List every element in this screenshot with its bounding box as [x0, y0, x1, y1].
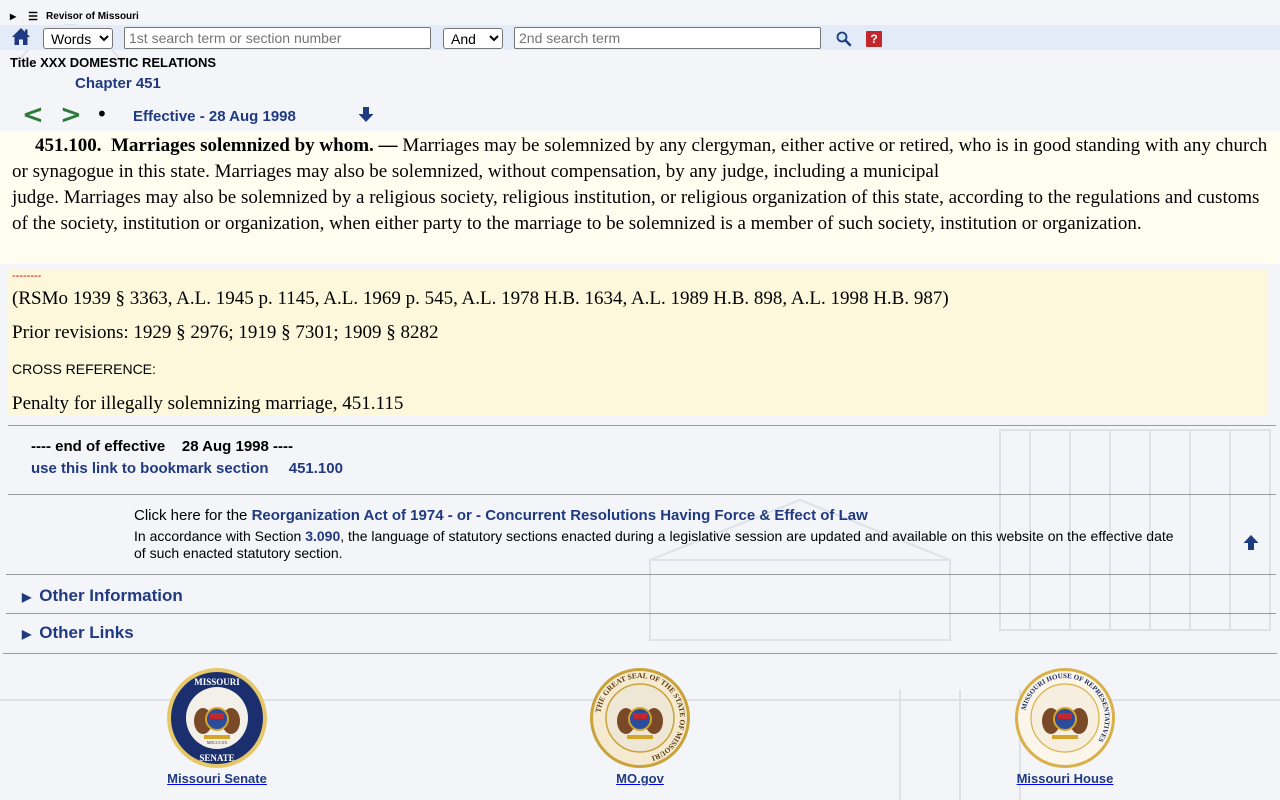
end-suffix: ----: [273, 438, 294, 455]
bookmark-section-number: 451.100: [288, 460, 343, 477]
other-information-toggle[interactable]: ▶ Other Information: [22, 586, 183, 606]
house-seal-icon: MISSOURI HOUSE OF REPRESENTATIVES: [1015, 668, 1115, 768]
home-icon[interactable]: [11, 27, 31, 46]
expand-triangle-icon[interactable]: ▶: [10, 12, 16, 21]
bookmark-section-link[interactable]: use this link to bookmark section 451.10…: [31, 460, 343, 477]
other-links-toggle[interactable]: ▶ Other Links: [22, 623, 134, 643]
end-prefix: ---- end of effective: [31, 438, 166, 455]
bookmark-text: use this link to bookmark section: [31, 460, 269, 477]
cross-reference-label: CROSS REFERENCE:: [12, 361, 156, 377]
site-name: Revisor of Missouri: [46, 10, 139, 22]
section-body: 451.100. Marriages solemnized by whom. —…: [12, 133, 1268, 237]
other-information-label: Other Information: [39, 586, 183, 605]
prior-revisions: Prior revisions: 1929 § 2976; 1919 § 730…: [12, 322, 439, 343]
other-links-label: Other Links: [39, 623, 134, 642]
senate-seal-top-text: MISSOURI: [194, 677, 240, 687]
senate-seal-year: MDCCCXX: [207, 740, 227, 745]
click-prefix: Click here for the: [134, 507, 248, 524]
history-citation: (RSMo 1939 § 3363, A.L. 1945 p. 1145, A.…: [12, 288, 949, 309]
divider: [8, 494, 1276, 495]
missouri-senate-link[interactable]: MISSOURI SENATE MDCCCXX Missouri Senate: [137, 667, 297, 786]
mo-gov-label: MO.gov: [616, 771, 664, 786]
mo-gov-link[interactable]: THE GREAT SEAL OF THE STATE OF MISSOURI …: [560, 667, 720, 786]
first-search-term-input[interactable]: [124, 27, 431, 49]
end-of-effective: ---- end of effective 28 Aug 1998 ----: [31, 438, 293, 455]
senate-seal-icon: MISSOURI SENATE MDCCCXX: [167, 668, 267, 768]
end-date: 28 Aug 1998: [181, 438, 269, 455]
search-operator-select[interactable]: And: [443, 28, 503, 49]
missouri-senate-label: Missouri Senate: [167, 771, 267, 786]
previous-section-button[interactable]: <: [22, 100, 44, 130]
divider: [6, 574, 1276, 575]
menu-icon[interactable]: ☰: [28, 10, 38, 23]
title-heading: Title XXX DOMESTIC RELATIONS: [10, 55, 217, 70]
effective-date-link[interactable]: Effective - 28 Aug 1998: [133, 108, 296, 125]
search-mode-select[interactable]: Words: [43, 28, 113, 49]
divider: [6, 613, 1276, 614]
second-search-term-input[interactable]: [514, 27, 821, 49]
section-number: 451.100.: [35, 135, 102, 156]
search-icon[interactable]: [835, 30, 852, 47]
expand-triangle-icon: ▶: [22, 590, 32, 604]
site-header: ▶ ☰ Revisor of Missouri: [10, 9, 139, 23]
section-heading: Marriages solemnized by whom. —: [111, 135, 398, 156]
next-section-button[interactable]: >: [60, 100, 82, 130]
accordance-prefix: In accordance with Section: [134, 528, 302, 544]
arrow-up-icon[interactable]: [1242, 534, 1260, 551]
reorganization-notice: Click here for the Reorganization Act of…: [134, 507, 868, 524]
help-icon[interactable]: ?: [866, 31, 882, 47]
history-separator: --------: [12, 270, 42, 282]
divider: [8, 425, 1276, 426]
section-text-part2: judge. Marriages may also be solemnized …: [12, 187, 1260, 234]
missouri-house-link[interactable]: MISSOURI HOUSE OF REPRESENTATIVES Missou…: [985, 667, 1145, 786]
section-3090-link[interactable]: 3.090: [305, 528, 340, 544]
great-seal-icon: THE GREAT SEAL OF THE STATE OF MISSOURI: [590, 668, 690, 768]
reorganization-act-link[interactable]: Reorganization Act of 1974 - or - Concur…: [252, 507, 868, 524]
current-section-dot[interactable]: •: [96, 102, 108, 126]
arrow-down-icon[interactable]: [357, 106, 375, 123]
expand-triangle-icon: ▶: [22, 627, 32, 641]
accordance-notice: In accordance with Section 3.090, the la…: [134, 528, 1174, 562]
cross-reference-text: Penalty for illegally solemnizing marria…: [12, 393, 404, 414]
divider: [3, 653, 1277, 654]
missouri-house-label: Missouri House: [1016, 771, 1114, 786]
chapter-link[interactable]: Chapter 451: [75, 75, 161, 92]
senate-seal-bottom-text: SENATE: [199, 753, 234, 763]
